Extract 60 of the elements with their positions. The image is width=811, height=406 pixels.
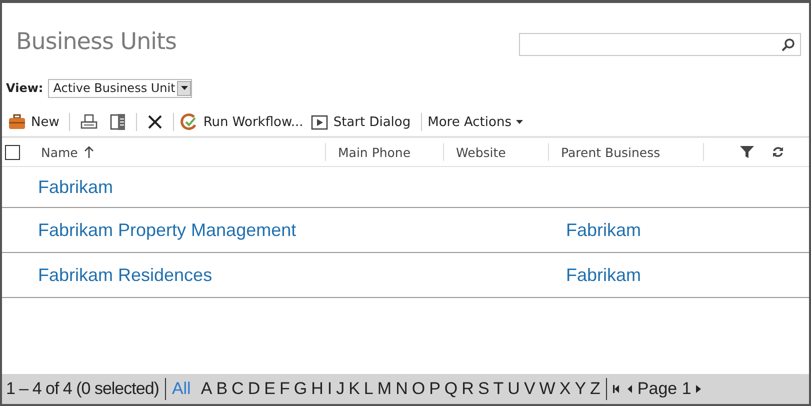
letter-filter[interactable]: B: [216, 379, 228, 399]
play-icon: [311, 114, 328, 130]
more-actions-button[interactable]: More Actions: [426, 112, 530, 132]
caret-icon: [516, 120, 524, 124]
letter-filter[interactable]: W: [539, 379, 556, 399]
toolbar-button[interactable]: Run Workflow...: [178, 111, 310, 133]
letter-filter[interactable]: D: [248, 379, 260, 399]
letter-filter[interactable]: X: [559, 379, 571, 399]
record-count: 1 – 4 of 4 (0 selected): [6, 379, 159, 399]
letter-filter[interactable]: U: [508, 379, 520, 399]
letter-filter[interactable]: K: [348, 379, 360, 399]
letter-filter[interactable]: I: [327, 379, 332, 399]
letter-filter[interactable]: M: [377, 379, 392, 399]
column-header[interactable]: Website: [444, 143, 549, 161]
letter-filter[interactable]: C: [232, 379, 244, 399]
column-header[interactable]: Main Phone: [326, 143, 444, 161]
letter-filter[interactable]: R: [462, 379, 474, 399]
letter-filter[interactable]: L: [364, 379, 374, 399]
view-dropdown[interactable]: Active Business Unit: [48, 78, 192, 98]
page-title: Business Units: [16, 29, 177, 55]
letter-filter[interactable]: A: [200, 379, 212, 399]
refresh-icon[interactable]: [772, 146, 784, 158]
letter-filter[interactable]: H: [311, 379, 324, 399]
briefcase-icon: [8, 114, 26, 130]
printer-icon: [80, 114, 98, 130]
letter-filter[interactable]: N: [396, 379, 408, 399]
document-icon: [110, 113, 126, 131]
letter-filter[interactable]: F: [279, 379, 290, 399]
record-link[interactable]: Fabrikam Property Management: [2, 220, 566, 240]
letter-filter[interactable]: T: [493, 379, 504, 399]
view-label: View:: [6, 81, 44, 95]
sort-up-icon: [84, 146, 94, 158]
column-header[interactable]: Parent Business: [549, 143, 704, 161]
select-all-checkbox[interactable]: [5, 144, 20, 160]
search-icon[interactable]: [781, 38, 795, 52]
letter-filter[interactable]: Q: [444, 379, 458, 399]
previous-page-icon[interactable]: [627, 384, 634, 394]
page-number: Page 1: [637, 379, 692, 399]
letter-filter[interactable]: E: [264, 379, 276, 399]
letter-filter[interactable]: Z: [590, 379, 600, 399]
letter-filter[interactable]: P: [429, 379, 440, 399]
delete-icon: [147, 114, 164, 130]
next-page-icon[interactable]: [695, 384, 702, 394]
workflow-icon: [180, 113, 198, 131]
column-header[interactable]: Name: [37, 143, 326, 161]
letter-filter[interactable]: O: [412, 379, 426, 399]
toolbar-button[interactable]: Start Dialog: [309, 112, 417, 132]
parent-link[interactable]: Fabrikam: [566, 264, 642, 286]
letter-filter[interactable]: V: [524, 379, 536, 399]
filter-icon[interactable]: [740, 145, 754, 159]
record-link[interactable]: Fabrikam: [2, 176, 566, 198]
toolbar-button[interactable]: New: [6, 112, 66, 132]
letter-filter[interactable]: Y: [574, 379, 586, 399]
search-field[interactable]: [519, 33, 801, 56]
record-link[interactable]: Fabrikam Residences: [2, 264, 566, 286]
letter-filter[interactable]: S: [478, 379, 490, 399]
caret-icon: [177, 80, 192, 96]
parent-link[interactable]: Fabrikam: [566, 220, 642, 240]
letter-filter[interactable]: J: [336, 379, 345, 399]
letter-filter[interactable]: G: [294, 379, 308, 399]
